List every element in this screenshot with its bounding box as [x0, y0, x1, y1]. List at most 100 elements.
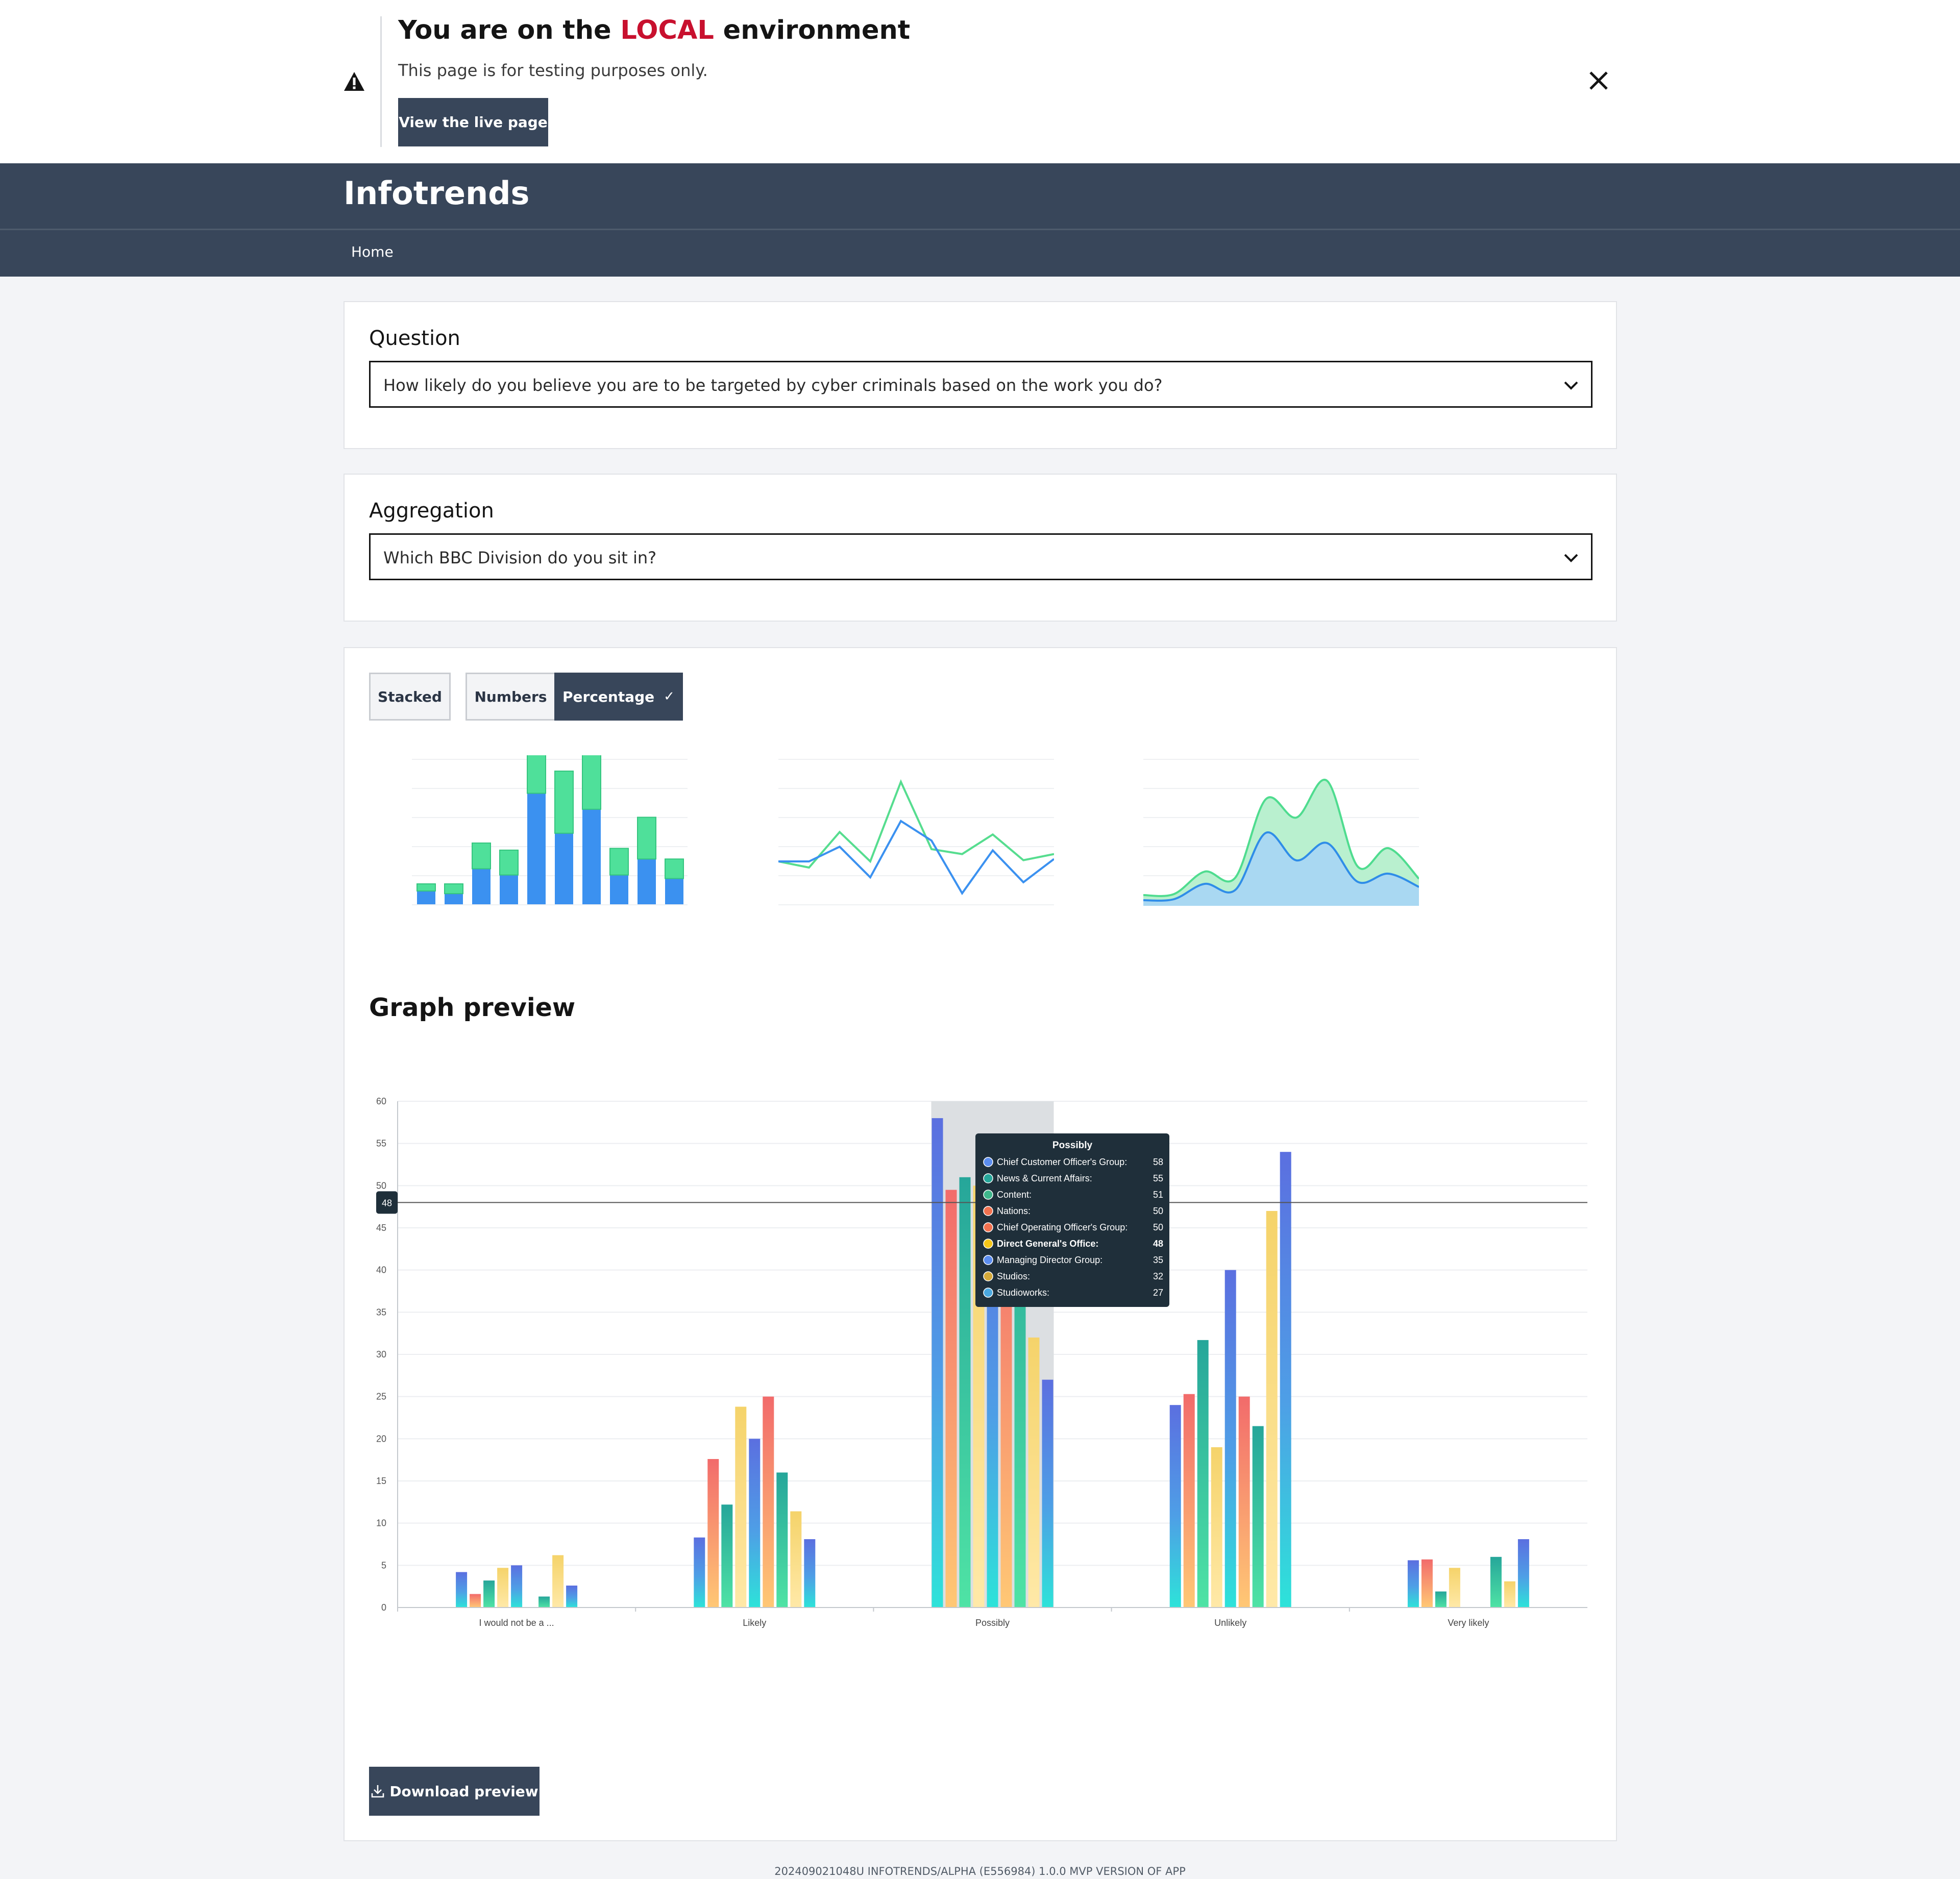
thumb-bar-bottom — [527, 793, 546, 904]
data-bar — [735, 1406, 747, 1608]
thumb-bar-top — [582, 755, 601, 810]
data-bar — [959, 1177, 971, 1608]
numbers-toggle-button[interactable]: Numbers — [465, 673, 554, 721]
thumb-bar-top — [665, 858, 684, 879]
tooltip-series-value: 32 — [1153, 1271, 1163, 1281]
question-select[interactable]: How likely do you believe you are to be … — [369, 361, 1592, 408]
graph-preview-title: Graph preview — [369, 993, 576, 1022]
tooltip-dot — [983, 1255, 993, 1265]
header-divider — [0, 229, 1960, 230]
data-bar — [538, 1596, 550, 1608]
percentage-toggle-button[interactable]: Percentage ✓ — [554, 673, 683, 721]
tooltip-series-name: Chief Operating Officer's Group: — [997, 1222, 1128, 1232]
tooltip-series-value: 55 — [1153, 1173, 1163, 1183]
data-bar — [483, 1580, 495, 1608]
data-bar — [763, 1396, 774, 1608]
y-tick-label: 55 — [376, 1139, 386, 1149]
x-tick-label: Very likely — [1448, 1618, 1489, 1628]
y-tick-label: 10 — [376, 1518, 386, 1528]
y-tick-label: 15 — [376, 1476, 386, 1486]
thumb-bar-top — [527, 755, 546, 794]
chevron-down-icon — [1564, 381, 1578, 390]
tooltip-dot — [983, 1288, 993, 1298]
close-icon[interactable] — [1587, 69, 1610, 92]
thumb-bar-bottom — [472, 869, 491, 904]
thumb-bar-bottom — [610, 875, 628, 904]
thumb-bar-bottom — [665, 878, 683, 904]
warning-icon — [344, 72, 364, 91]
y-tick-label: 5 — [381, 1560, 386, 1570]
graph-preview-chart[interactable]: 0 5 10 15 20 25 30 35 40 45 50 55 60 I would not be … — [345, 1082, 1618, 1633]
data-bar — [1183, 1394, 1195, 1608]
data-bar — [1407, 1560, 1419, 1608]
tooltip-dot — [983, 1157, 993, 1167]
site-brand[interactable]: Infotrends — [344, 175, 529, 212]
aggregation-panel: Aggregation Which BBC Division do you si… — [344, 474, 1617, 622]
banner-title-suffix: environment — [714, 15, 911, 45]
tooltip-series-name: Content: — [997, 1190, 1032, 1200]
data-bar — [566, 1586, 578, 1608]
tooltip-series-value: 58 — [1153, 1157, 1163, 1167]
environment-name: LOCAL — [620, 15, 714, 45]
tooltip-dot — [983, 1239, 993, 1249]
x-tick-label: Likely — [743, 1618, 766, 1628]
data-bar — [1266, 1210, 1278, 1608]
tooltip-title: Possibly — [1052, 1140, 1093, 1151]
line-chart-thumbnail[interactable] — [778, 755, 1054, 906]
thumb-bar-top — [472, 842, 491, 870]
tooltip-series-name: Chief Customer Officer's Group: — [997, 1157, 1127, 1167]
chart-panel: Stacked Numbers Percentage ✓ Graph previ… — [344, 647, 1617, 1841]
data-bar — [1517, 1539, 1529, 1608]
download-preview-label: Download preview — [389, 1783, 538, 1800]
y-tick-label: 50 — [376, 1180, 386, 1191]
view-live-page-button[interactable]: View the live page — [398, 98, 548, 146]
tooltip-series-name: Direct General's Office: — [997, 1239, 1098, 1249]
data-bar — [707, 1459, 719, 1608]
nav-item-home[interactable]: Home — [351, 243, 394, 260]
data-bar — [1449, 1568, 1460, 1608]
thumb-bar-top — [554, 771, 574, 834]
footer-version: 202409021048U INFOTRENDS/ALPHA (E556984)… — [774, 1865, 1186, 1877]
area-chart-thumbnail[interactable] — [1143, 755, 1419, 906]
tooltip-dot — [983, 1206, 993, 1216]
tooltip-dot — [983, 1190, 993, 1200]
aggregation-label: Aggregation — [369, 499, 494, 523]
thumb-bar-top — [609, 848, 629, 876]
thumb-bar-top — [499, 849, 519, 876]
aggregation-select[interactable]: Which BBC Division do you sit in? — [369, 533, 1592, 580]
tooltip-series-value: 48 — [1153, 1239, 1163, 1249]
tooltip-series-name: Studioworks: — [997, 1288, 1049, 1298]
tooltip-series-value: 51 — [1153, 1190, 1163, 1200]
crosshair-label: 48 — [382, 1198, 392, 1208]
question-select-value: How likely do you believe you are to be … — [383, 376, 1163, 395]
tooltip-series-value: 27 — [1153, 1288, 1163, 1298]
thumb-line-series — [778, 779, 1054, 869]
thumb-bar-bottom — [638, 859, 656, 904]
thumb-bar-bottom — [500, 875, 518, 904]
thumb-bar-bottom — [582, 809, 601, 904]
y-tick-label: 0 — [381, 1602, 386, 1613]
download-preview-button[interactable]: Download preview — [369, 1767, 540, 1816]
data-bar — [1435, 1591, 1447, 1608]
data-bar — [1169, 1405, 1181, 1608]
tooltip-dot — [983, 1222, 993, 1232]
chart-tooltip: Possibly Chief Customer Officer's Group: 5… — [975, 1133, 1169, 1307]
thumb-bar-top — [444, 883, 463, 895]
data-bar — [1197, 1340, 1209, 1608]
data-bar — [1211, 1447, 1222, 1608]
y-tick-label: 40 — [376, 1265, 386, 1275]
thumb-bar-top — [416, 883, 436, 892]
x-tick-label: Unlikely — [1214, 1618, 1246, 1628]
bar-chart-thumbnail[interactable] — [412, 755, 688, 906]
stacked-toggle-button[interactable]: Stacked — [369, 673, 451, 721]
data-bar — [511, 1565, 523, 1608]
banner-title-prefix: You are on the — [398, 15, 621, 45]
data-bar — [1252, 1426, 1264, 1608]
tooltip-dot — [983, 1271, 993, 1281]
banner-divider — [380, 16, 382, 147]
tooltip-series-value: 35 — [1153, 1255, 1163, 1265]
data-bar — [1224, 1270, 1236, 1608]
data-bar — [456, 1572, 468, 1608]
percentage-label: Percentage — [562, 688, 655, 705]
question-panel: Question How likely do you believe you a… — [344, 301, 1617, 449]
